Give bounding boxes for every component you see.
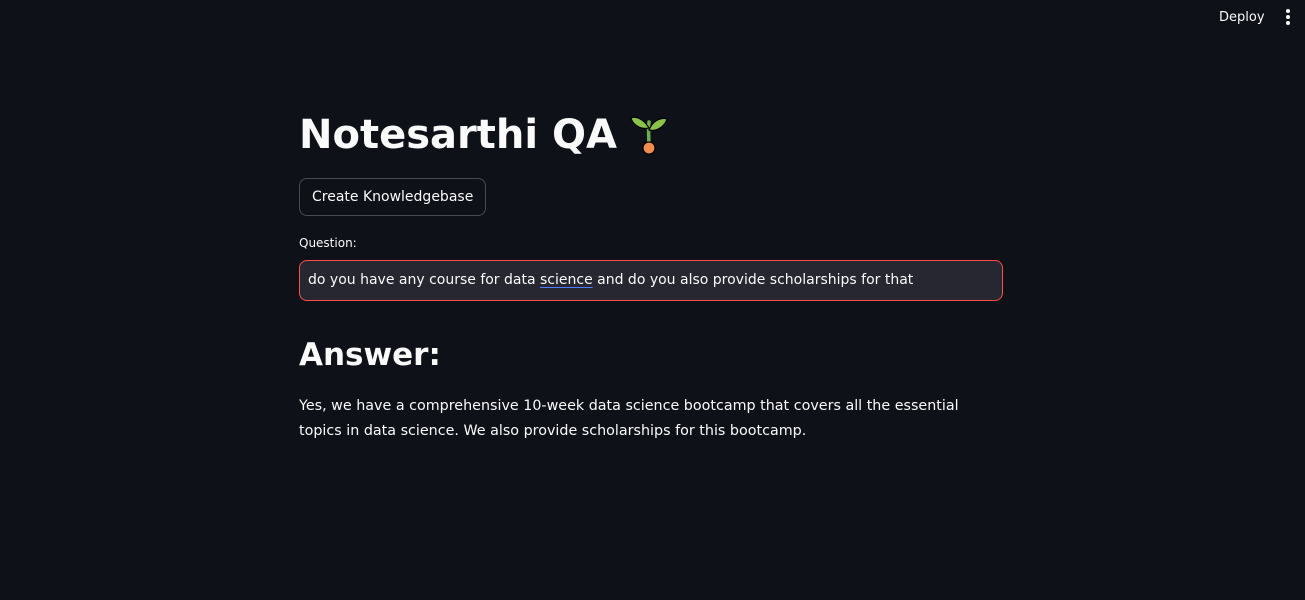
answer-text: Yes, we have a comprehensive 10-week dat…	[299, 398, 959, 439]
question-text-part: do you have any course for data	[308, 272, 540, 288]
create-knowledgebase-button[interactable]: Create Knowledgebase	[299, 178, 487, 216]
deploy-button[interactable]: Deploy	[1210, 9, 1274, 27]
page-title: Notesarthi QA	[299, 108, 669, 162]
question-text-part: and do you also provide scholarships for…	[592, 272, 914, 288]
top-toolbar: Deploy	[0, 0, 1305, 36]
page-title-text: Notesarthi QA	[299, 112, 617, 158]
question-text-misspelled-word: science	[540, 272, 593, 288]
kebab-menu-icon[interactable]	[1279, 8, 1297, 28]
question-label: Question:	[299, 236, 357, 250]
seedling-icon	[630, 116, 668, 155]
answer-heading: Answer:	[299, 337, 441, 373]
question-input[interactable]: do you have any course for data science …	[299, 260, 1003, 301]
